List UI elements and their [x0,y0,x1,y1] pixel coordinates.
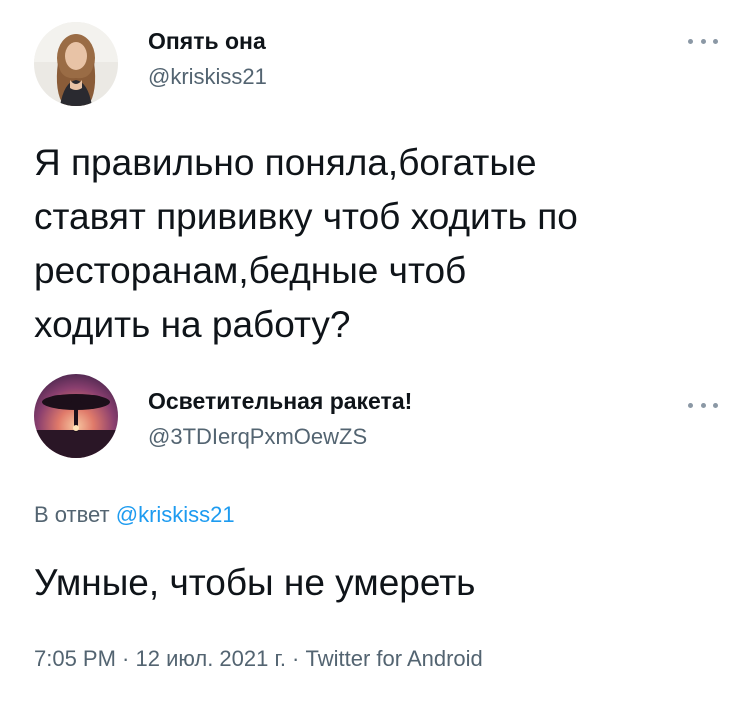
tweet-text-line: ставят прививку чтоб ходить по [34,196,578,237]
tweet-timestamp[interactable]: 7:05 PM · 12 июл. 2021 г. · Twitter for … [34,646,483,672]
tweet-text: Я правильно поняла,богатые ставят привив… [34,136,734,352]
display-name[interactable]: Осветительная ракета! [148,388,412,415]
tweet-text-line: ресторанам,бедные чтоб [34,250,467,291]
tweet-text-line: Я правильно поняла,богатые [34,142,537,183]
reply-context: В ответ @kriskiss21 [34,502,235,528]
display-name[interactable]: Опять она [148,28,266,55]
more-horizontal-icon[interactable] [688,34,718,48]
sunset-tree-icon [34,374,118,458]
avatar[interactable] [34,22,118,106]
avatar[interactable] [34,374,118,458]
user-handle[interactable]: @3TDIerqPxmOewZS [148,424,367,450]
user-handle[interactable]: @kriskiss21 [148,64,267,90]
reply-tweet: Осветительная ракета! @3TDIerqPxmOewZS В… [0,360,750,702]
reply-handle-link[interactable]: @kriskiss21 [116,502,235,527]
tweet-text-line: ходить на работу? [34,304,351,345]
woman-portrait-icon [34,22,118,106]
more-horizontal-icon[interactable] [688,398,718,412]
original-tweet: Опять она @kriskiss21 Я правильно поняла… [0,0,750,360]
reply-text: Умные, чтобы не умереть [34,562,476,603]
reply-prefix: В ответ [34,502,116,527]
